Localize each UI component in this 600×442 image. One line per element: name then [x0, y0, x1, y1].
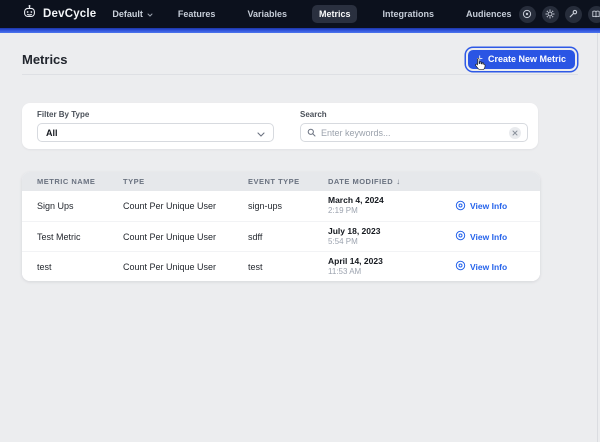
event-type-cell: test — [248, 262, 328, 272]
search-box — [300, 123, 528, 142]
search-field-group: Search — [300, 110, 528, 149]
scrollbar-edge[interactable] — [597, 33, 598, 442]
view-info-link[interactable]: View Info — [455, 260, 540, 273]
accent-progress-bar — [0, 28, 600, 33]
event-type-cell: sign-ups — [248, 201, 328, 211]
date-modified-cell: July 18, 2023 5:54 PM — [328, 226, 455, 247]
navbar-actions — [519, 5, 600, 23]
eye-icon — [455, 230, 466, 243]
nav-item-metrics[interactable]: Metrics — [312, 5, 358, 23]
filter-by-type-field: Filter By Type All — [37, 110, 274, 149]
sort-descending-icon: ↓ — [396, 177, 401, 186]
date-modified-cell: March 4, 2024 2:19 PM — [328, 195, 455, 216]
metric-name-cell: Test Metric — [37, 232, 123, 242]
table-row: test Count Per Unique User test April 14… — [22, 251, 540, 281]
table-row: Sign Ups Count Per Unique User sign-ups … — [22, 191, 540, 221]
time-text: 5:54 PM — [328, 237, 455, 247]
type-cell: Count Per Unique User — [123, 262, 248, 272]
plus-icon: + — [477, 54, 483, 65]
view-info-label: View Info — [470, 262, 507, 272]
nav-item-variables[interactable]: Variables — [240, 5, 294, 23]
column-header-type: Type — [123, 177, 248, 186]
search-label: Search — [300, 110, 528, 119]
clear-search-button[interactable] — [509, 127, 521, 139]
create-new-metric-button[interactable]: + Create New Metric — [468, 50, 575, 69]
eye-icon — [455, 200, 466, 213]
search-input[interactable] — [321, 128, 504, 138]
column-header-event-type: Event Type — [248, 177, 328, 186]
create-new-metric-label: Create New Metric — [488, 54, 566, 64]
chevron-down-icon — [147, 9, 153, 19]
date-modified-cell: April 14, 2023 11:53 AM — [328, 256, 455, 277]
nav-item-integrations[interactable]: Integrations — [375, 5, 441, 23]
wrench-icon[interactable] — [565, 6, 582, 23]
column-header-metric-name: Metric Name — [37, 177, 123, 186]
target-icon[interactable] — [519, 6, 536, 23]
view-info-label: View Info — [470, 201, 507, 211]
type-filter-select[interactable]: All — [37, 123, 274, 142]
type-cell: Count Per Unique User — [123, 201, 248, 211]
nav-links: Features Variables Metrics Integrations … — [171, 5, 519, 23]
nav-item-audiences[interactable]: Audiences — [459, 5, 519, 23]
column-header-date-modified[interactable]: Date Modified ↓ — [328, 177, 455, 186]
table-row: Test Metric Count Per Unique User sdff J… — [22, 221, 540, 251]
view-info-link[interactable]: View Info — [455, 200, 540, 213]
header-divider — [22, 74, 578, 75]
event-type-cell: sdff — [248, 232, 328, 242]
view-info-link[interactable]: View Info — [455, 230, 540, 243]
brand-name: DevCycle — [43, 8, 96, 20]
chevron-down-icon — [257, 124, 265, 142]
project-selector-dropdown[interactable]: Default — [112, 9, 153, 19]
date-text: March 4, 2024 — [328, 195, 455, 206]
devcycle-robot-icon — [22, 4, 37, 24]
nav-item-features[interactable]: Features — [171, 5, 223, 23]
brand-logo[interactable]: DevCycle — [22, 4, 96, 24]
type-cell: Count Per Unique User — [123, 232, 248, 242]
book-icon[interactable] — [588, 6, 600, 23]
filter-card: Filter By Type All Search — [22, 103, 538, 149]
type-filter-value: All — [46, 128, 58, 138]
page-header: Metrics + Create New Metric — [22, 45, 578, 73]
time-text: 2:19 PM — [328, 206, 455, 216]
top-navbar: DevCycle Default Features Variables Metr… — [0, 0, 600, 28]
filter-by-type-label: Filter By Type — [37, 110, 274, 119]
eye-icon — [455, 260, 466, 273]
project-selector-label: Default — [112, 9, 143, 19]
metrics-table: Metric Name Type Event Type Date Modifie… — [22, 172, 540, 281]
metric-name-cell: test — [37, 262, 123, 272]
time-text: 11:53 AM — [328, 267, 455, 277]
gear-icon[interactable] — [542, 6, 559, 23]
date-text: April 14, 2023 — [328, 256, 455, 267]
view-info-label: View Info — [470, 232, 507, 242]
search-icon — [307, 124, 316, 142]
metric-name-cell: Sign Ups — [37, 201, 123, 211]
date-modified-label: Date Modified — [328, 177, 393, 186]
date-text: July 18, 2023 — [328, 226, 455, 237]
page-title: Metrics — [22, 52, 68, 67]
table-header-row: Metric Name Type Event Type Date Modifie… — [22, 172, 540, 191]
